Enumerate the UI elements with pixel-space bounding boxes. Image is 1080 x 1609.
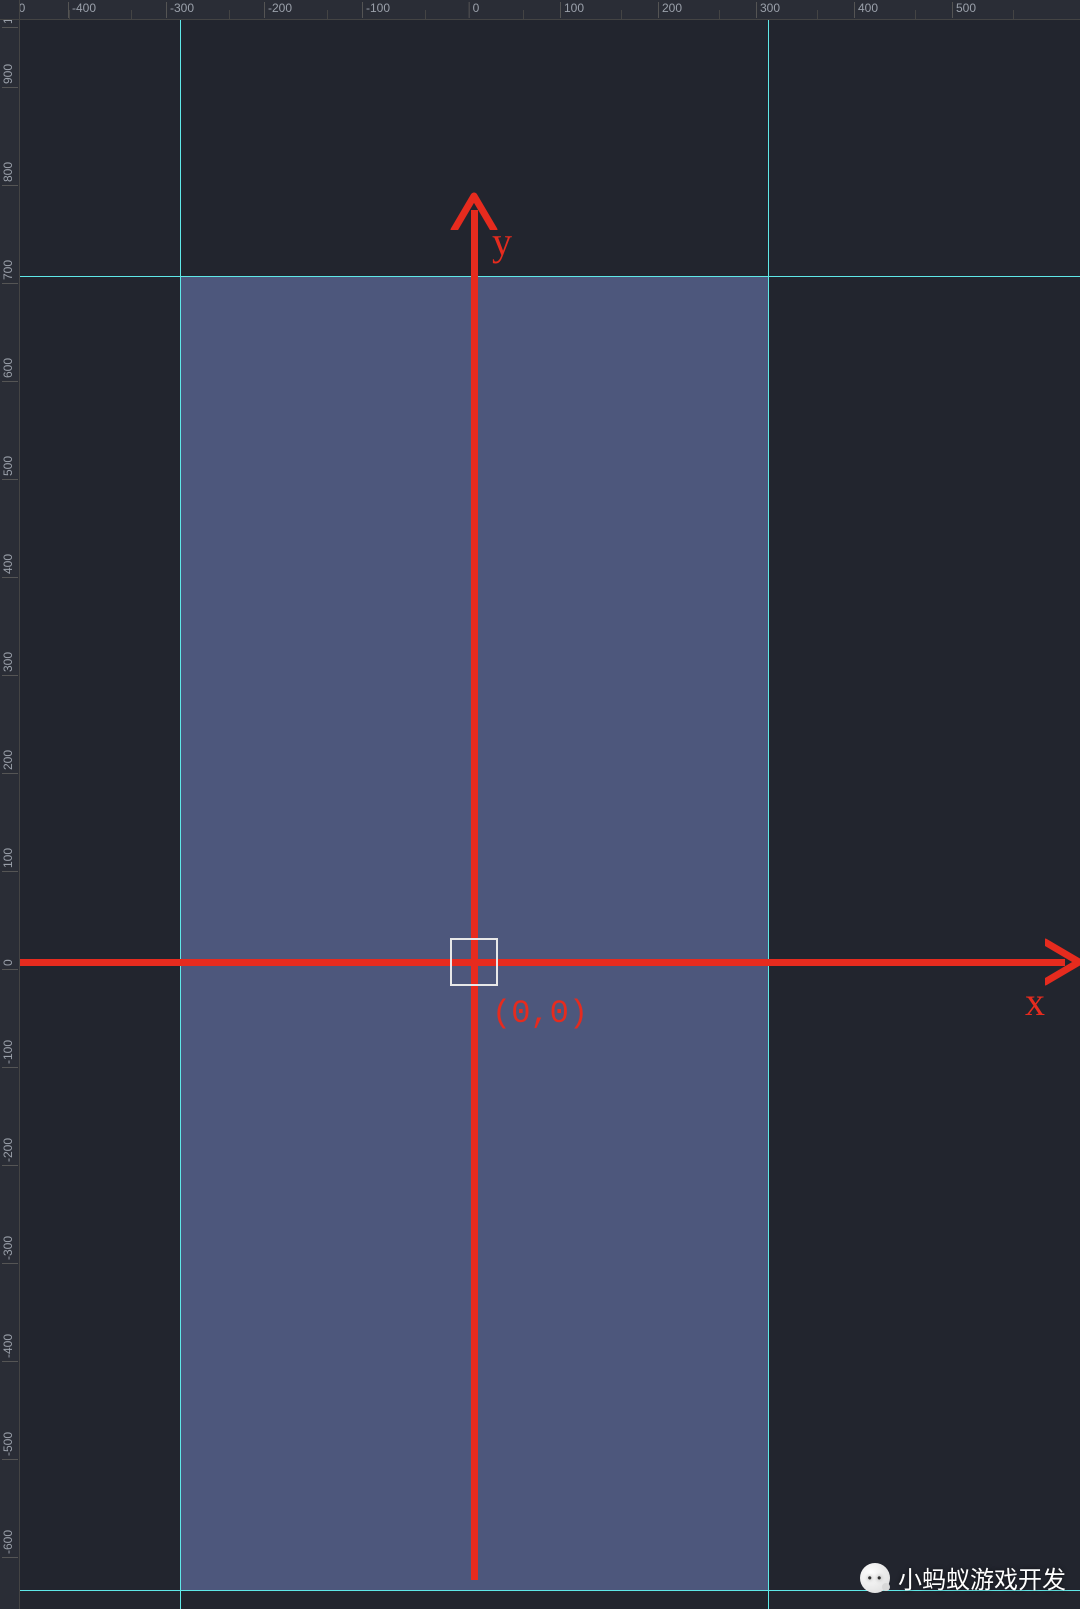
ruler-tick: -300 (166, 2, 194, 18)
ruler-tick: 200 (2, 750, 18, 774)
ruler-tick: 100 (2, 848, 18, 872)
ruler-corner (0, 0, 20, 20)
ruler-horizontal[interactable]: 0-400-300-200-1000100200300400500 (20, 0, 1080, 20)
ruler-tick: -400 (68, 2, 96, 18)
y-axis (471, 210, 478, 1580)
ruler-tick: 500 (952, 2, 976, 18)
ruler-tick: 400 (2, 554, 18, 578)
ruler-tick: 900 (2, 64, 18, 88)
ruler-vertical[interactable]: 10009008007006005004003002001000-100-200… (0, 20, 20, 1609)
scene-canvas[interactable]: x y (0,0) (20, 20, 1080, 1609)
x-axis-label: x (1025, 978, 1045, 1025)
ruler-tick: 0 (469, 2, 480, 18)
ruler-tick: -400 (2, 1334, 18, 1362)
ruler-tick: 200 (658, 2, 682, 18)
origin-marker[interactable] (450, 938, 498, 986)
guide-horizontal-top[interactable] (20, 276, 1080, 277)
ruler-tick: 700 (2, 260, 18, 284)
x-axis (20, 959, 1065, 966)
ruler-tick: 0 (2, 959, 18, 970)
ruler-tick: -200 (264, 2, 292, 18)
ruler-tick: -100 (362, 2, 390, 18)
x-axis-arrowhead-icon (1045, 938, 1080, 986)
ruler-tick: 300 (2, 652, 18, 676)
origin-coordinates-label: (0,0) (492, 995, 588, 1032)
ruler-tick: 300 (756, 2, 780, 18)
guide-vertical-left[interactable] (180, 20, 181, 1609)
ruler-tick: 400 (854, 2, 878, 18)
ruler-tick: 500 (2, 456, 18, 480)
y-axis-label: y (492, 218, 512, 265)
ruler-tick: -200 (2, 1138, 18, 1166)
y-axis-arrowhead-icon (450, 190, 498, 230)
ruler-tick: -100 (2, 1040, 18, 1068)
watermark: • • 小蚂蚁游戏开发 (860, 1560, 1066, 1595)
ruler-tick: -300 (2, 1236, 18, 1264)
ruler-tick: 100 (560, 2, 584, 18)
ruler-tick: -600 (2, 1530, 18, 1558)
editor-viewport[interactable]: 0-400-300-200-1000100200300400500 100090… (0, 0, 1080, 1609)
ruler-tick: 800 (2, 162, 18, 186)
wechat-icon: • • (860, 1563, 890, 1593)
ruler-tick: 600 (2, 358, 18, 382)
ruler-tick: -500 (2, 1432, 18, 1460)
watermark-text: 小蚂蚁游戏开发 (898, 1560, 1066, 1595)
guide-vertical-right[interactable] (768, 20, 769, 1609)
